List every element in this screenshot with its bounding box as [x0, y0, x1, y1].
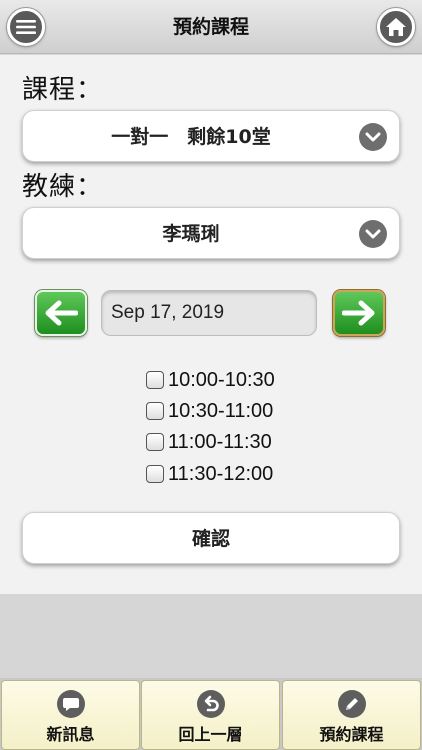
arrow-right-icon [342, 300, 375, 326]
chevron-down-icon [359, 220, 387, 248]
home-icon [386, 18, 406, 36]
bottom-tab-bar: 新訊息 回上一層 預約課程 [0, 678, 422, 750]
time-slot-label: 11:00-11:30 [168, 430, 272, 453]
time-slot-option[interactable]: 11:30-12:00 [146, 461, 273, 487]
time-slot-option[interactable]: 10:30-11:00 [146, 398, 273, 424]
time-slot-checkbox[interactable] [146, 402, 164, 420]
pencil-icon [337, 690, 366, 718]
back-icon [196, 690, 225, 718]
tab-new-messages[interactable]: 新訊息 [1, 680, 140, 750]
time-slot-label: 10:00-10:30 [168, 368, 275, 391]
confirm-button[interactable]: 確認 [22, 512, 400, 564]
tab-book-course[interactable]: 預約課程 [282, 680, 421, 750]
coach-select[interactable]: 李瑪琍 [22, 207, 400, 259]
booking-screen: 預約課程 課程： 一對一 剩餘10堂 教練： 李瑪琍 Sep 17, 2019 … [0, 0, 422, 750]
tab-label: 回上一層 [178, 725, 243, 744]
date-field[interactable]: Sep 17, 2019 [101, 290, 317, 336]
course-selected-value: 一對一 剩餘10堂 [111, 126, 271, 148]
time-slot-option[interactable]: 10:00-10:30 [146, 367, 275, 393]
tab-go-back[interactable]: 回上一層 [141, 680, 280, 750]
coach-selected-value: 李瑪琍 [162, 223, 220, 245]
home-button[interactable] [377, 8, 415, 46]
course-select[interactable]: 一對一 剩餘10堂 [22, 110, 400, 162]
time-slot-checkbox[interactable] [146, 465, 164, 483]
message-icon [56, 690, 85, 718]
coach-label: 教練： [22, 172, 104, 202]
tab-label: 預約課程 [319, 725, 384, 744]
arrow-left-icon [45, 300, 78, 326]
page-title: 預約課程 [172, 16, 249, 38]
next-day-button[interactable] [333, 290, 385, 336]
time-slot-option[interactable]: 11:00-11:30 [146, 429, 272, 455]
course-label: 課程： [22, 75, 104, 105]
header-bar: 預約課程 [0, 0, 422, 54]
chevron-down-icon [359, 123, 387, 151]
time-slot-checkbox[interactable] [146, 371, 164, 389]
time-slot-label: 11:30-12:00 [168, 462, 274, 485]
time-slot-checkbox[interactable] [146, 433, 164, 451]
time-slot-label: 10:30-11:00 [168, 399, 274, 422]
tab-label: 新訊息 [46, 725, 95, 744]
previous-day-button[interactable] [35, 290, 87, 336]
